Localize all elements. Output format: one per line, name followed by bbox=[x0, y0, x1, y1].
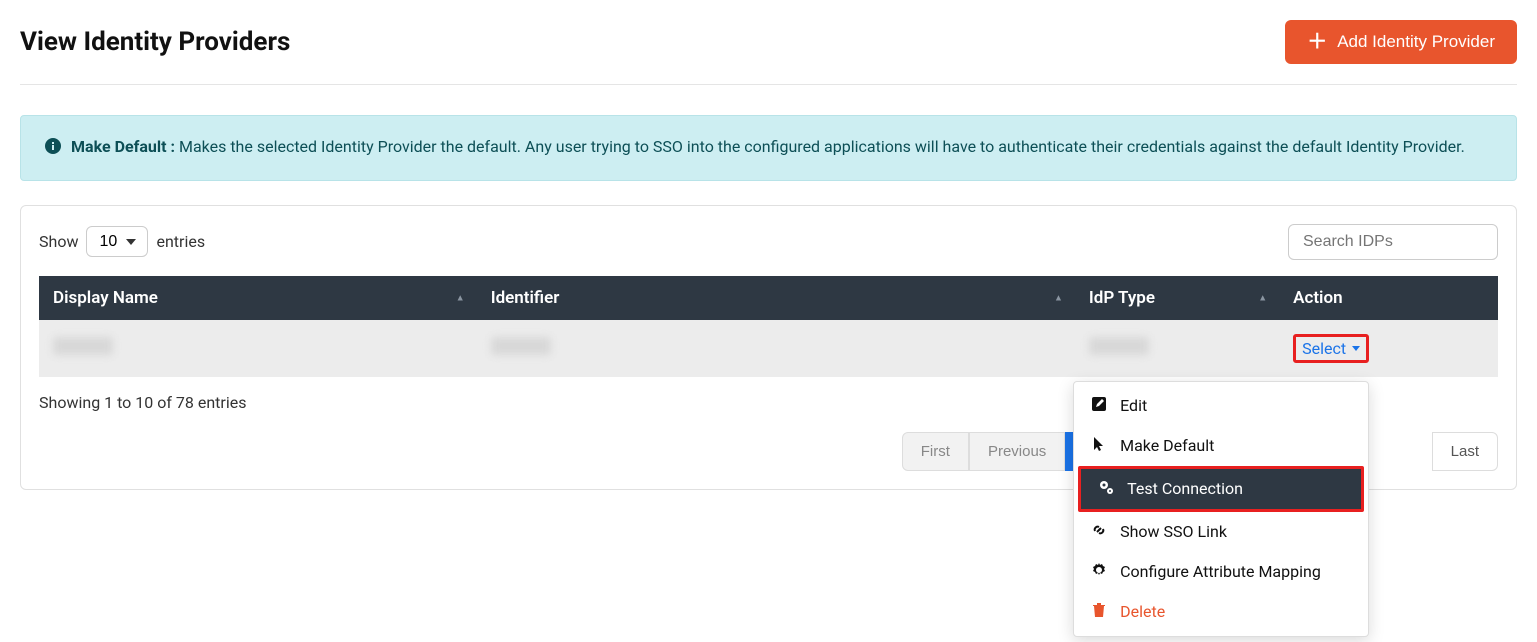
page-last[interactable]: Last bbox=[1432, 432, 1498, 471]
add-identity-provider-button[interactable]: ＋ Add Identity Provider bbox=[1285, 20, 1517, 64]
link-icon bbox=[1090, 522, 1108, 542]
page-first[interactable]: First bbox=[902, 432, 969, 471]
edit-icon bbox=[1090, 396, 1108, 416]
menu-show-sso-link-label: Show SSO Link bbox=[1120, 522, 1227, 541]
menu-delete[interactable]: Delete bbox=[1074, 592, 1368, 632]
search-input[interactable] bbox=[1288, 224, 1498, 260]
trash-icon bbox=[1090, 602, 1108, 622]
plus-icon: ＋ bbox=[1307, 32, 1327, 52]
show-label: Show bbox=[39, 232, 78, 251]
menu-edit-label: Edit bbox=[1120, 396, 1147, 415]
menu-make-default[interactable]: Make Default bbox=[1074, 426, 1368, 466]
info-text: Make Default : Makes the selected Identi… bbox=[71, 134, 1465, 162]
col-idp-type[interactable]: IdP Type bbox=[1075, 276, 1279, 320]
info-icon bbox=[45, 136, 61, 162]
show-entries: Show 10 entries bbox=[39, 226, 205, 257]
menu-edit[interactable]: Edit bbox=[1074, 386, 1368, 426]
menu-configure-attribute-label: Configure Attribute Mapping bbox=[1120, 562, 1321, 581]
menu-test-connection-label: Test Connection bbox=[1127, 479, 1243, 498]
info-strong: Make Default : bbox=[71, 137, 179, 156]
action-dropdown-menu: Edit Make Default bbox=[1073, 381, 1369, 637]
info-body: Makes the selected Identity Provider the… bbox=[179, 137, 1465, 156]
select-highlight-box: Select bbox=[1293, 334, 1369, 363]
cell-identifier bbox=[491, 337, 551, 355]
page-size-select[interactable]: 10 bbox=[86, 226, 148, 257]
caret-down-icon bbox=[1352, 346, 1360, 351]
cell-idp-type bbox=[1089, 337, 1149, 355]
info-banner: Make Default : Makes the selected Identi… bbox=[20, 115, 1517, 181]
menu-make-default-label: Make Default bbox=[1120, 436, 1214, 455]
cell-display-name bbox=[53, 337, 113, 355]
cursor-icon bbox=[1090, 436, 1108, 456]
menu-delete-label: Delete bbox=[1120, 602, 1165, 621]
add-button-label: Add Identity Provider bbox=[1337, 32, 1495, 52]
menu-test-connection[interactable]: Test Connection bbox=[1078, 466, 1364, 512]
col-action: Action bbox=[1279, 276, 1498, 320]
entries-label: entries bbox=[156, 232, 205, 251]
idp-table-card: Show 10 entries Display Name Identifier … bbox=[20, 205, 1517, 490]
page-previous[interactable]: Previous bbox=[969, 432, 1065, 471]
idp-table: Display Name Identifier IdP Type Action … bbox=[39, 276, 1498, 377]
menu-show-sso-link[interactable]: Show SSO Link bbox=[1074, 512, 1368, 552]
table-row: Select Edit bbox=[39, 320, 1498, 377]
page-title: View Identity Providers bbox=[20, 27, 290, 57]
menu-configure-attribute[interactable]: Configure Attribute Mapping bbox=[1074, 552, 1368, 592]
col-display-name[interactable]: Display Name bbox=[39, 276, 477, 320]
select-action-dropdown[interactable]: Select bbox=[1302, 339, 1360, 358]
col-identifier[interactable]: Identifier bbox=[477, 276, 1075, 320]
gear-icon bbox=[1090, 562, 1108, 582]
gears-icon bbox=[1097, 479, 1115, 499]
select-label: Select bbox=[1302, 339, 1346, 358]
